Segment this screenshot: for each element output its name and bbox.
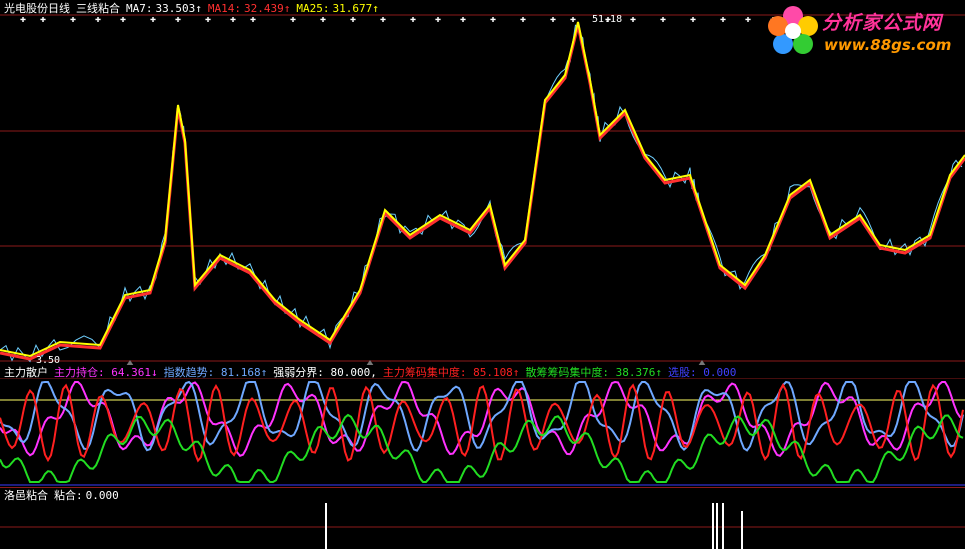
signal-cross-icon: ✚ [175,14,181,25]
signal-bar [716,503,718,549]
signal-cross-icon: ✚ [690,14,696,25]
close-price-line [0,24,963,363]
signal-cross-icon: ✚ [350,14,356,25]
signal-bar [325,503,327,549]
signal-cross-icon: ✚ [40,14,46,25]
signal-cross-icon: ✚ [230,14,236,25]
signal-cross-icon: ✚ [460,14,466,25]
signal-cross-icon: ✚ [250,14,256,25]
signal-cross-icon: ✚ [520,14,526,25]
signal-cross-icon: ✚ [120,14,126,25]
bond-value: 0.000 [85,489,119,502]
signal-bar [712,503,714,549]
bottom-panel-header: 洛邑粘合 粘合: 0.000 [4,490,125,502]
watermark-logo: 分析家公式网 www.88gs.com [766,2,962,60]
signal-cross-icon: ✚ [435,14,441,25]
signal-cross-icon: ✚ [320,14,326,25]
watermark-brand: 分析家公式网 [822,12,943,34]
signal-cross-icon: ✚ [410,14,416,25]
signal-cross-icon: ✚ [490,14,496,25]
price-line [0,21,965,358]
signal-cross-icon: ✚ [290,14,296,25]
low-price-label: 3.50 [36,355,60,365]
signal-cross-icon: ✚ [70,14,76,25]
bond-signal-chart[interactable] [0,503,965,549]
bond-label: 粘合: [54,489,83,502]
signal-cross-icon: ✚ [380,14,386,25]
signal-bar [722,503,724,549]
high-price-label: 51.18 [592,14,622,25]
bottom-panel-title: 洛邑粘合 [4,489,48,502]
price-line [0,24,965,361]
signal-cross-icon: ✚ [150,14,156,25]
signal-cross-icon: ✚ [745,14,751,25]
signal-cross-icon: ✚ [570,14,576,25]
signal-cross-icon: ✚ [550,14,556,25]
signal-bar [741,511,743,549]
signal-cross-icon: ✚ [720,14,726,25]
panel-divider [0,487,965,488]
signal-cross-icon: ✚ [205,14,211,25]
signal-cross-icon: ✚ [630,14,636,25]
oscillator-line [0,413,964,483]
oscillator-chart[interactable] [0,378,965,486]
flower-icon [768,6,818,54]
signal-cross-icon: ✚ [660,14,666,25]
signal-cross-icon: ✚ [20,14,26,25]
watermark-url: www.88gs.com [824,36,952,54]
signal-cross-icon: ✚ [95,14,101,25]
